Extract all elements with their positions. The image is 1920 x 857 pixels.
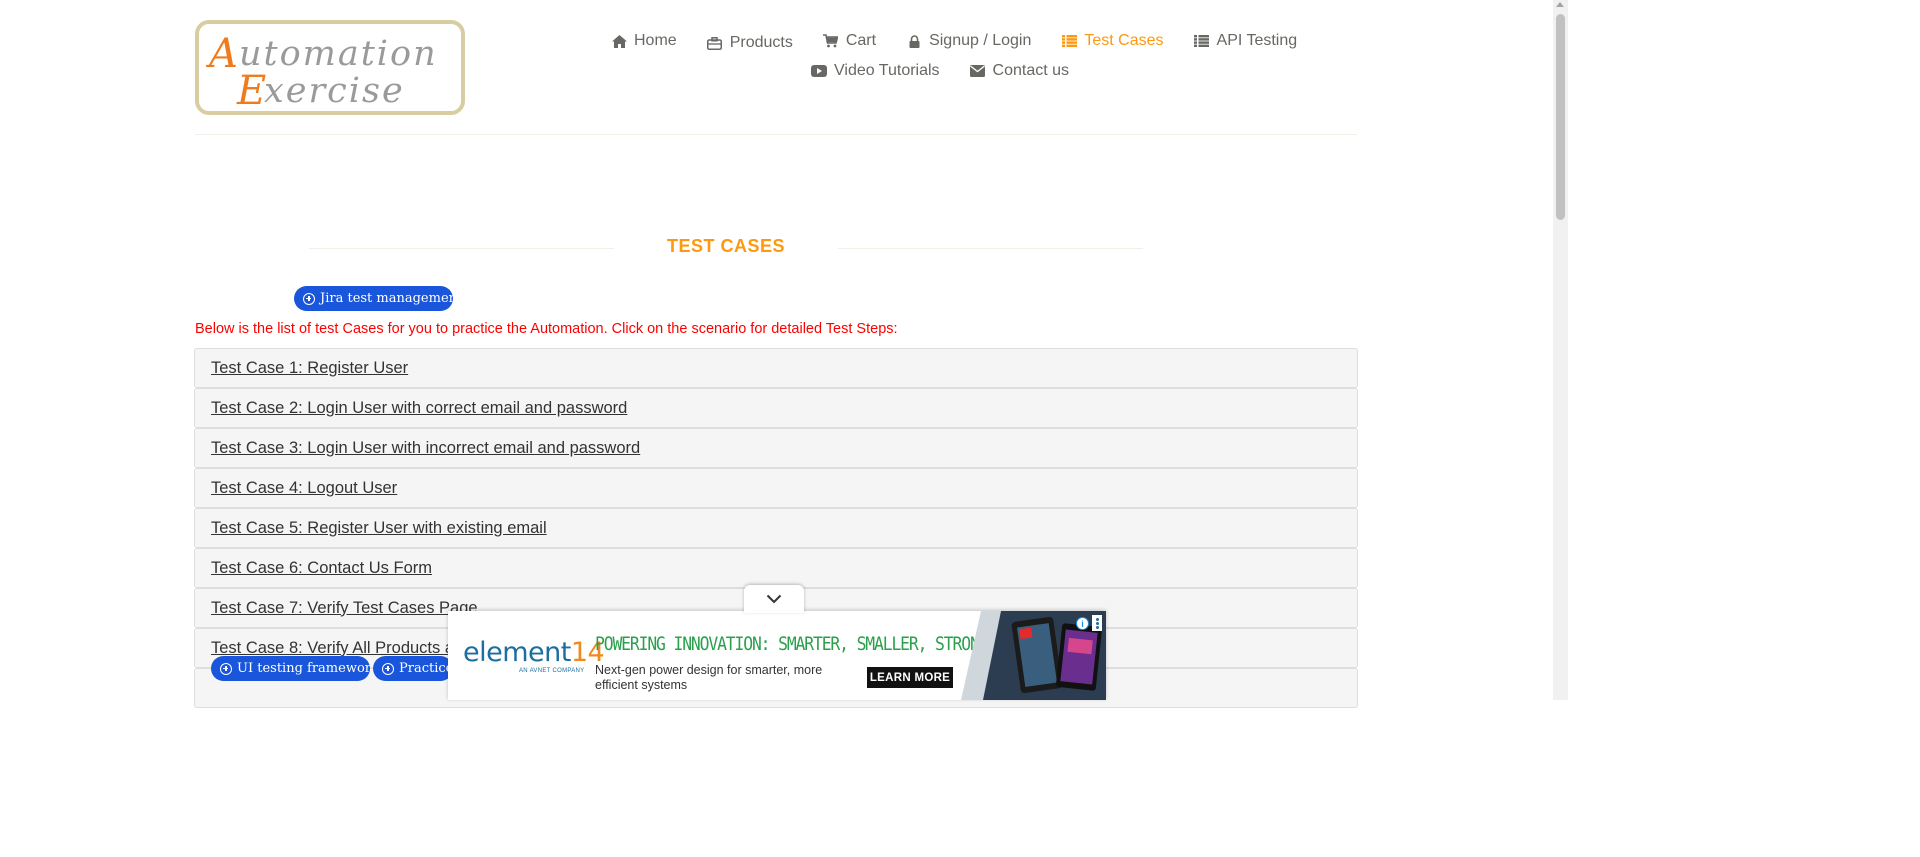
ad-info-icon[interactable]: i (1076, 617, 1089, 630)
test-case-link[interactable]: Test Case 3: Login User with incorrect e… (211, 439, 640, 458)
nav-cart-label: Cart (845, 32, 877, 49)
page-title: TEST CASES (666, 236, 786, 256)
test-case-link[interactable]: Test Case 6: Contact Us Form (211, 559, 432, 578)
nav-products-label: Products (729, 34, 793, 51)
plus-circle-icon (382, 662, 394, 675)
logo-word-2: xercise (264, 71, 405, 111)
nav-home-label: Home (634, 32, 677, 49)
youtube-play-icon (811, 63, 827, 79)
nav-video-tutorials-label: Video Tutorials (834, 62, 940, 79)
nav-products[interactable]: Products (707, 33, 793, 53)
test-case-item[interactable]: Test Case 1: Register User (194, 348, 1358, 388)
home-icon (611, 33, 627, 49)
ad-subtext: Next-gen power design for smarter, more … (595, 663, 823, 692)
lock-icon (906, 33, 922, 49)
test-case-item[interactable]: Test Case 4: Logout User (194, 468, 1358, 508)
briefcase-icon (707, 35, 723, 51)
test-case-link[interactable]: Test Case 7: Verify Test Cases Page (211, 599, 478, 618)
logo-word-1: utomation (239, 34, 438, 74)
cart-icon (823, 33, 839, 49)
logo-graphic: A utomation E xercise (205, 31, 438, 111)
test-case-item[interactable]: Test Case 6: Contact Us Form (194, 548, 1358, 588)
ad-learn-more-button[interactable]: LEARN MORE (867, 667, 953, 688)
advertisement-banner[interactable]: element14 AN AVNET COMPANY POWERING INNO… (448, 611, 1106, 700)
nav-home[interactable]: Home (611, 31, 677, 51)
test-case-link[interactable]: Test Case 2: Login User with correct ema… (211, 399, 627, 418)
nav-test-cases[interactable]: Test Cases (1061, 31, 1164, 51)
nav-contact-us-label: Contact us (992, 62, 1070, 79)
envelope-icon (970, 63, 986, 79)
plus-circle-icon (303, 292, 315, 305)
header-divider (195, 134, 1357, 135)
test-case-item[interactable]: Test Case 2: Login User with correct ema… (194, 388, 1358, 428)
title-divider-left (309, 248, 614, 249)
intro-text: Below is the list of test Cases for you … (195, 321, 898, 337)
title-divider-right (838, 248, 1143, 249)
nav-test-cases-label: Test Cases (1084, 32, 1164, 49)
nav-api-testing-label: API Testing (1216, 32, 1298, 49)
ui-testing-framework-button[interactable]: UI testing framework (211, 656, 370, 681)
test-case-link[interactable]: Test Case 1: Register User (211, 359, 408, 378)
scroll-up-arrow-icon[interactable] (1556, 2, 1564, 7)
nav-api-testing[interactable]: API Testing (1194, 31, 1298, 51)
ad-brand-logo: element14 (463, 637, 605, 668)
jira-test-management-button[interactable]: Jira test management (294, 286, 453, 311)
nav-video-tutorials[interactable]: Video Tutorials (811, 61, 940, 81)
list-icon (1061, 33, 1077, 49)
test-case-item[interactable]: Test Case 5: Register User with existing… (194, 508, 1358, 548)
test-case-item[interactable]: Test Case 3: Login User with incorrect e… (194, 428, 1358, 468)
page-scrollbar[interactable] (1553, 0, 1568, 700)
nav-cart[interactable]: Cart (823, 31, 876, 51)
test-case-link[interactable]: Test Case 5: Register User with existing… (211, 519, 547, 538)
ad-collapse-button[interactable] (744, 585, 804, 613)
ui-testing-framework-label: UI testing framework (237, 661, 370, 676)
ad-more-options-icon[interactable] (1092, 615, 1102, 631)
test-case-link[interactable]: Test Case 4: Logout User (211, 479, 397, 498)
nav-signup-login[interactable]: Signup / Login (906, 31, 1031, 51)
chevron-down-icon (766, 594, 782, 604)
logo-initial-a: A (205, 31, 238, 77)
main-nav-row2: Video Tutorials Contact us (811, 61, 1099, 81)
site-logo[interactable]: A utomation E xercise (195, 20, 465, 115)
scrollbar-thumb[interactable] (1556, 14, 1565, 220)
practice-button[interactable]: Practice (373, 656, 453, 681)
nav-signup-login-label: Signup / Login (929, 32, 1032, 49)
practice-label: Practice (399, 661, 453, 676)
main-nav: Home Products Cart Signup / Login Test C… (611, 31, 1327, 53)
plus-circle-icon (220, 662, 232, 675)
list-icon (1194, 33, 1210, 49)
ad-headline: POWERING INNOVATION: SMARTER, SMALLER, S… (595, 633, 1006, 655)
nav-contact-us[interactable]: Contact us (970, 61, 1069, 81)
ad-brand-subtitle: AN AVNET COMPANY (519, 668, 585, 674)
logo-initial-e: E (236, 68, 266, 111)
jira-test-management-label: Jira test management (320, 291, 453, 306)
